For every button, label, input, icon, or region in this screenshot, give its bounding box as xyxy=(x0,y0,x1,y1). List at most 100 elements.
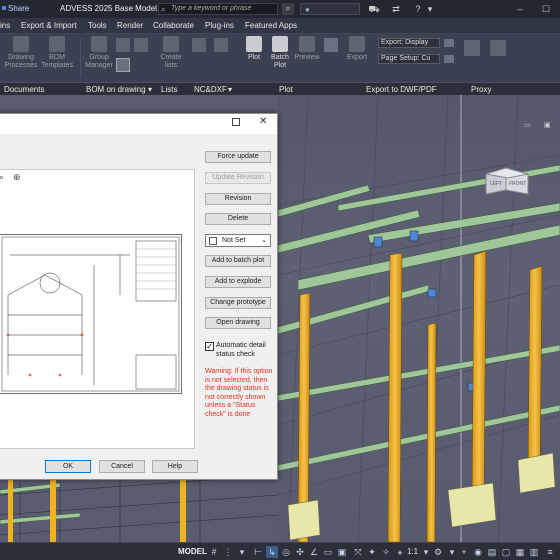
infer-icon[interactable]: ⊢ xyxy=(252,546,264,558)
proxy-icon[interactable] xyxy=(464,40,480,56)
viewcube-left-label: LEFT xyxy=(490,181,502,187)
export-display-select[interactable]: Export: Display xyxy=(378,38,440,48)
osnap-icon[interactable]: ✣ xyxy=(294,546,306,558)
chevron-down-icon[interactable]: ▾ xyxy=(424,3,436,15)
drawing-dialog: ✕ ⌕ ⊕ Force update Update Revision Revis… xyxy=(0,113,278,480)
drawing-preview[interactable] xyxy=(0,234,182,394)
bom-edit-icon[interactable] xyxy=(134,38,148,52)
auto-status-checkbox[interactable]: ✓ xyxy=(205,342,214,351)
model-space-toggle[interactable]: MODEL xyxy=(178,547,207,556)
help-icon[interactable]: ? xyxy=(412,3,424,15)
bom-table-icon[interactable] xyxy=(116,58,130,72)
lineweight-icon[interactable]: ▭ xyxy=(322,546,334,558)
menu-featured-apps[interactable]: Featured Apps xyxy=(245,21,297,30)
page-setup-select[interactable]: Page Setup: Cu xyxy=(378,54,440,64)
customization-icon[interactable]: ≡ xyxy=(544,546,556,558)
nc-icon[interactable] xyxy=(192,38,206,52)
ortho-icon[interactable]: ↳ xyxy=(266,546,278,558)
snap-icon[interactable]: ⋮ xyxy=(222,546,234,558)
menu-insert[interactable]: ins xyxy=(0,21,10,30)
chevron-down-icon[interactable]: ▾ xyxy=(228,85,232,94)
chevron-down-icon[interactable]: ▾ xyxy=(420,546,432,558)
zoom-in-icon[interactable]: ⊕ xyxy=(13,172,21,183)
maximize-icon[interactable]: ☐ xyxy=(540,3,552,15)
menu-plugins[interactable]: Plug-ins xyxy=(205,21,234,30)
cancel-button[interactable]: Cancel xyxy=(99,460,145,473)
page-setup-options-icon[interactable] xyxy=(444,55,454,63)
hardware-acceleration-icon[interactable]: ▤ xyxy=(486,546,498,558)
close-icon[interactable]: ✕ xyxy=(259,116,267,127)
add-batch-plot-button[interactable]: Add to batch plot xyxy=(205,255,271,267)
group-manager-button[interactable]: Group Manager xyxy=(84,36,114,70)
otrack-icon[interactable]: ∠ xyxy=(308,546,320,558)
dialog-titlebar: ✕ xyxy=(0,114,277,134)
annotation-scale[interactable]: 1:1 xyxy=(407,547,418,556)
sign-in-box[interactable]: ● xyxy=(300,3,360,15)
ribbon-separator xyxy=(80,38,81,78)
proxy-settings-icon[interactable] xyxy=(490,40,506,56)
export-button[interactable]: Export xyxy=(342,36,372,62)
units-icon[interactable]: ▦ xyxy=(514,546,526,558)
drawing-processes-icon xyxy=(13,36,29,52)
menu-render[interactable]: Render xyxy=(117,21,143,30)
transparency-icon[interactable]: ▣ xyxy=(336,546,348,558)
open-drawing-button[interactable]: Open drawing xyxy=(205,317,271,329)
isolate-icon[interactable]: ◉ xyxy=(472,546,484,558)
create-lists-button[interactable]: Create lists xyxy=(156,36,186,70)
plus-icon[interactable]: + xyxy=(458,546,470,558)
chevron-down-icon[interactable]: ▾ xyxy=(236,546,248,558)
gizmo-icon[interactable]: ✦ xyxy=(366,546,378,558)
plot-button[interactable]: Plot xyxy=(240,36,268,62)
polar-icon[interactable]: ◎ xyxy=(280,546,292,558)
search-go-icon[interactable]: ⌕ xyxy=(282,3,294,15)
viewcube-front-label: FRONT xyxy=(509,181,526,187)
selection-cycling-icon[interactable]: ⤧ xyxy=(352,546,364,558)
viewport-menu-icon[interactable]: ▣ xyxy=(544,121,551,129)
batch-plot-button[interactable]: Batch Plot xyxy=(266,36,294,70)
preview-button[interactable]: Preview xyxy=(292,36,322,62)
chevron-down-icon[interactable]: ▾ xyxy=(446,546,458,558)
menu-bar: ins Export & Import Tools Render Collabo… xyxy=(0,18,560,34)
minimize-icon[interactable]: – xyxy=(514,3,526,15)
viewcube[interactable]: LEFT FRONT xyxy=(478,160,536,196)
bom-templates-button[interactable]: BOM Templates xyxy=(40,36,74,70)
bom-templates-icon xyxy=(49,36,65,52)
share-button[interactable]: Share xyxy=(1,4,29,13)
exchange-icon[interactable]: ⇄ xyxy=(390,3,402,15)
menu-collaborate[interactable]: Collaborate xyxy=(153,21,194,30)
panel-lists[interactable]: Lists xyxy=(161,85,177,94)
export-options-icon[interactable] xyxy=(444,39,454,47)
drawing-processes-button[interactable]: Drawing Processes xyxy=(4,36,38,70)
cart-icon[interactable]: ⛟ xyxy=(368,3,380,15)
plot-settings-icon[interactable] xyxy=(324,38,338,52)
change-prototype-button[interactable]: Change prototype xyxy=(205,297,271,309)
zoom-out-icon[interactable]: ⌕ xyxy=(0,172,4,183)
annotation-visibility-icon[interactable]: ✧ xyxy=(380,546,392,558)
clean-screen-icon[interactable]: ▢ xyxy=(500,546,512,558)
panel-export-dwf[interactable]: Export to DWF/PDF xyxy=(366,85,437,94)
panel-documents[interactable]: Documents xyxy=(4,85,44,94)
force-update-button[interactable]: Force update xyxy=(205,151,271,163)
viewport-minimize-icon[interactable]: ▭ xyxy=(524,121,531,129)
menu-export-import[interactable]: Export & Import xyxy=(21,21,77,30)
search-input[interactable]: ⌕ Type a keyword or phrase xyxy=(158,3,278,15)
delete-button[interactable]: Delete xyxy=(205,213,271,225)
grid-icon[interactable]: # xyxy=(208,546,220,558)
dxf-icon[interactable] xyxy=(214,38,228,52)
chevron-down-icon[interactable]: ▾ xyxy=(148,85,152,94)
revision-button[interactable]: Revision xyxy=(205,193,271,205)
quick-properties-icon[interactable]: ▥ xyxy=(528,546,540,558)
panel-ncdxf[interactable]: NC&DXF xyxy=(194,85,227,94)
gear-icon[interactable]: ⚙ xyxy=(432,546,444,558)
panel-plot[interactable]: Plot xyxy=(279,85,293,94)
status-select[interactable]: Not Set ⌄ xyxy=(205,234,271,247)
panel-bom-on-drawing[interactable]: BOM on drawing xyxy=(86,85,146,94)
menu-tools[interactable]: Tools xyxy=(88,21,107,30)
bom-tool-icon[interactable] xyxy=(116,38,130,52)
help-button[interactable]: Help xyxy=(152,460,198,473)
add-explode-button[interactable]: Add to explode xyxy=(205,276,271,288)
maximize-icon[interactable] xyxy=(232,118,240,126)
annotation-scale-icon[interactable]: ⚹ xyxy=(394,546,406,558)
ok-button[interactable]: OK xyxy=(45,460,91,473)
panel-proxy[interactable]: Proxy xyxy=(471,85,491,94)
